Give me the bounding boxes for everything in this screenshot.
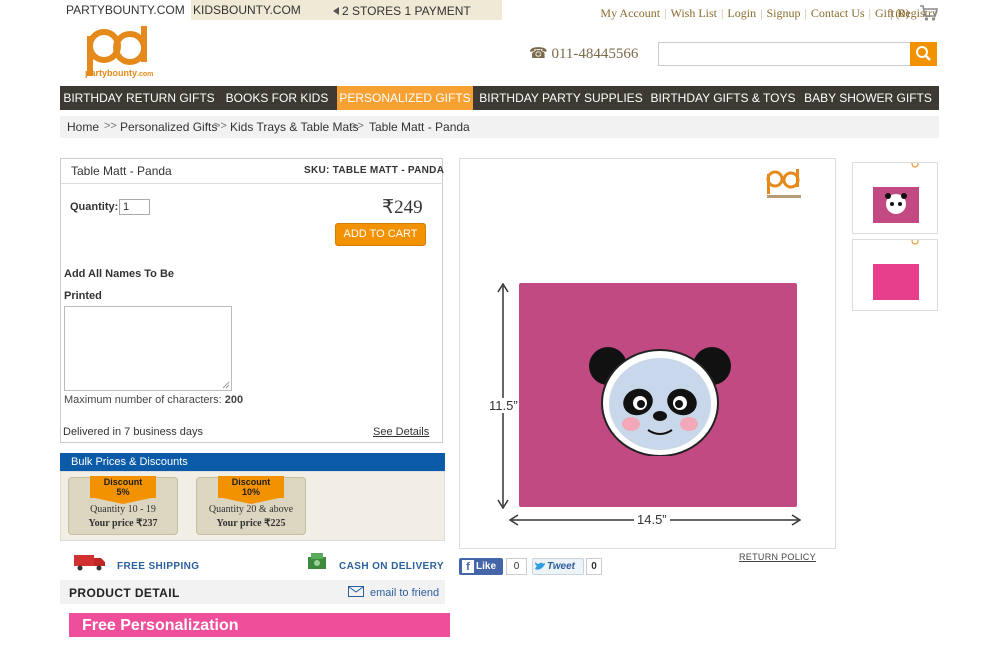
nav-birthday-gifts-toys[interactable]: BIRTHDAY GIFTS & TOYS xyxy=(649,86,797,110)
tweet-label: Tweet xyxy=(547,561,575,572)
discount-ribbon: Discount 10% xyxy=(218,476,284,498)
search-icon xyxy=(916,46,931,61)
discount-ribbon: Discount 5% xyxy=(90,476,156,498)
cash-icon xyxy=(308,553,326,569)
nav-books-for-kids[interactable]: BOOKS FOR KIDS xyxy=(218,86,336,110)
nav-birthday-return-gifts[interactable]: BIRTHDAY RETURN GIFTS xyxy=(60,86,218,110)
breadcrumb-kids-trays[interactable]: Kids Trays & Table Mats xyxy=(230,120,359,134)
left-arrow-icon xyxy=(333,7,339,15)
facebook-icon: f xyxy=(462,560,474,573)
breadcrumb-separator: >> xyxy=(351,120,364,132)
bulk-tier-quantity: Quantity 20 & above xyxy=(208,504,294,515)
signup-link[interactable]: Signup xyxy=(767,6,801,20)
delivery-info: Delivered in 7 business days xyxy=(63,426,204,438)
thumbnail-pink-mat[interactable] xyxy=(852,237,938,311)
like-count: 0 xyxy=(506,558,527,575)
breadcrumb-home[interactable]: Home xyxy=(67,120,99,134)
add-to-cart-button[interactable]: ADD TO CART xyxy=(335,223,426,246)
login-link[interactable]: Login xyxy=(727,6,756,20)
cash-on-delivery-label: CASH ON DELIVERY xyxy=(339,561,444,572)
mail-icon[interactable] xyxy=(348,586,364,597)
printed-label: Printed xyxy=(64,290,102,302)
height-dimension-arrow xyxy=(497,283,509,509)
nav-birthday-party-supplies[interactable]: BIRTHDAY PARTY SUPPLIES xyxy=(473,86,649,110)
facebook-like-button[interactable]: f Like xyxy=(459,558,503,575)
ribbon-tip xyxy=(90,497,156,504)
thumbnail-image xyxy=(873,160,919,223)
quantity-label: Quantity: xyxy=(70,201,119,213)
bulk-prices-heading: Bulk Prices & Discounts xyxy=(60,453,445,471)
cart-count[interactable]: | (0) xyxy=(890,6,909,21)
email-to-friend-link[interactable]: email to friend xyxy=(370,587,439,599)
see-details-link[interactable]: See Details xyxy=(373,426,429,438)
nav-baby-shower-gifts[interactable]: BABY SHOWER GIFTS xyxy=(797,86,939,110)
thumbnail-image xyxy=(873,237,919,300)
tweet-count: 0 xyxy=(586,558,602,575)
logo-wordmark: partybounty.com xyxy=(85,68,154,78)
my-account-link[interactable]: My Account xyxy=(600,6,660,20)
tweet-button[interactable]: Tweet xyxy=(532,558,584,575)
ribbon-tip xyxy=(218,497,284,504)
truck-icon xyxy=(74,555,105,571)
breadcrumb-separator: >> xyxy=(104,120,117,132)
bulk-tier-price: Your price ₹225 xyxy=(216,518,286,529)
account-links: My Account | Wish List | Login | Signup | Contac… xyxy=(600,6,938,20)
contact-us-link[interactable]: Contact Us xyxy=(811,6,865,20)
free-shipping-label: FREE SHIPPING xyxy=(117,561,200,572)
breadcrumb-separator: >> xyxy=(214,120,227,132)
names-label: Add All Names To Be xyxy=(64,268,175,280)
like-label: Like xyxy=(476,561,497,572)
phone-icon: ☎ xyxy=(529,46,552,62)
stores-note: 2 STORES 1 PAYMENT xyxy=(333,0,471,20)
product-title: Table Matt - Panda xyxy=(71,164,172,178)
bulk-tier-quantity: Quantity 10 - 19 xyxy=(90,504,156,515)
search-button[interactable] xyxy=(910,42,937,66)
names-textarea[interactable] xyxy=(64,306,232,391)
wish-list-link[interactable]: Wish List xyxy=(670,6,717,20)
breadcrumb-current: Table Matt - Panda xyxy=(369,120,470,134)
panda-face-icon xyxy=(589,347,731,456)
site-tab-partybounty[interactable]: PARTYBOUNTY.COM xyxy=(60,0,191,20)
nav-personalized-gifts[interactable]: PERSONALIZED GIFTS xyxy=(337,86,473,110)
cart-icon[interactable] xyxy=(919,4,939,22)
max-chars-note: Maximum number of characters: 200 xyxy=(64,394,244,406)
watermark-logo xyxy=(766,169,801,198)
phone-number: ☎ 011-48445566 xyxy=(529,46,639,62)
quantity-input[interactable]: 1 xyxy=(119,199,150,215)
stores-note-text: 2 STORES 1 PAYMENT xyxy=(342,4,471,18)
free-personalization-banner: Free Personalization xyxy=(69,613,450,637)
product-sku: SKU: TABLE MATT - PANDA xyxy=(304,165,445,176)
search-input[interactable] xyxy=(658,42,911,66)
product-detail-heading: PRODUCT DETAIL xyxy=(69,586,180,600)
return-policy-link[interactable]: RETURN POLICY xyxy=(739,552,816,562)
thumbnail-panda-mat[interactable] xyxy=(852,160,938,234)
twitter-icon xyxy=(535,562,545,570)
height-label: 11.5” xyxy=(488,398,519,413)
breadcrumb-personalized-gifts[interactable]: Personalized Gifts xyxy=(120,120,217,134)
site-tab-kidsbounty[interactable]: KIDSBOUNTY.COM xyxy=(187,0,307,20)
resize-handle-icon[interactable] xyxy=(221,380,230,389)
bulk-tier-price: Your price ₹237 xyxy=(88,518,158,529)
width-label: 14.5” xyxy=(634,512,670,527)
product-price: ₹249 xyxy=(382,197,423,218)
